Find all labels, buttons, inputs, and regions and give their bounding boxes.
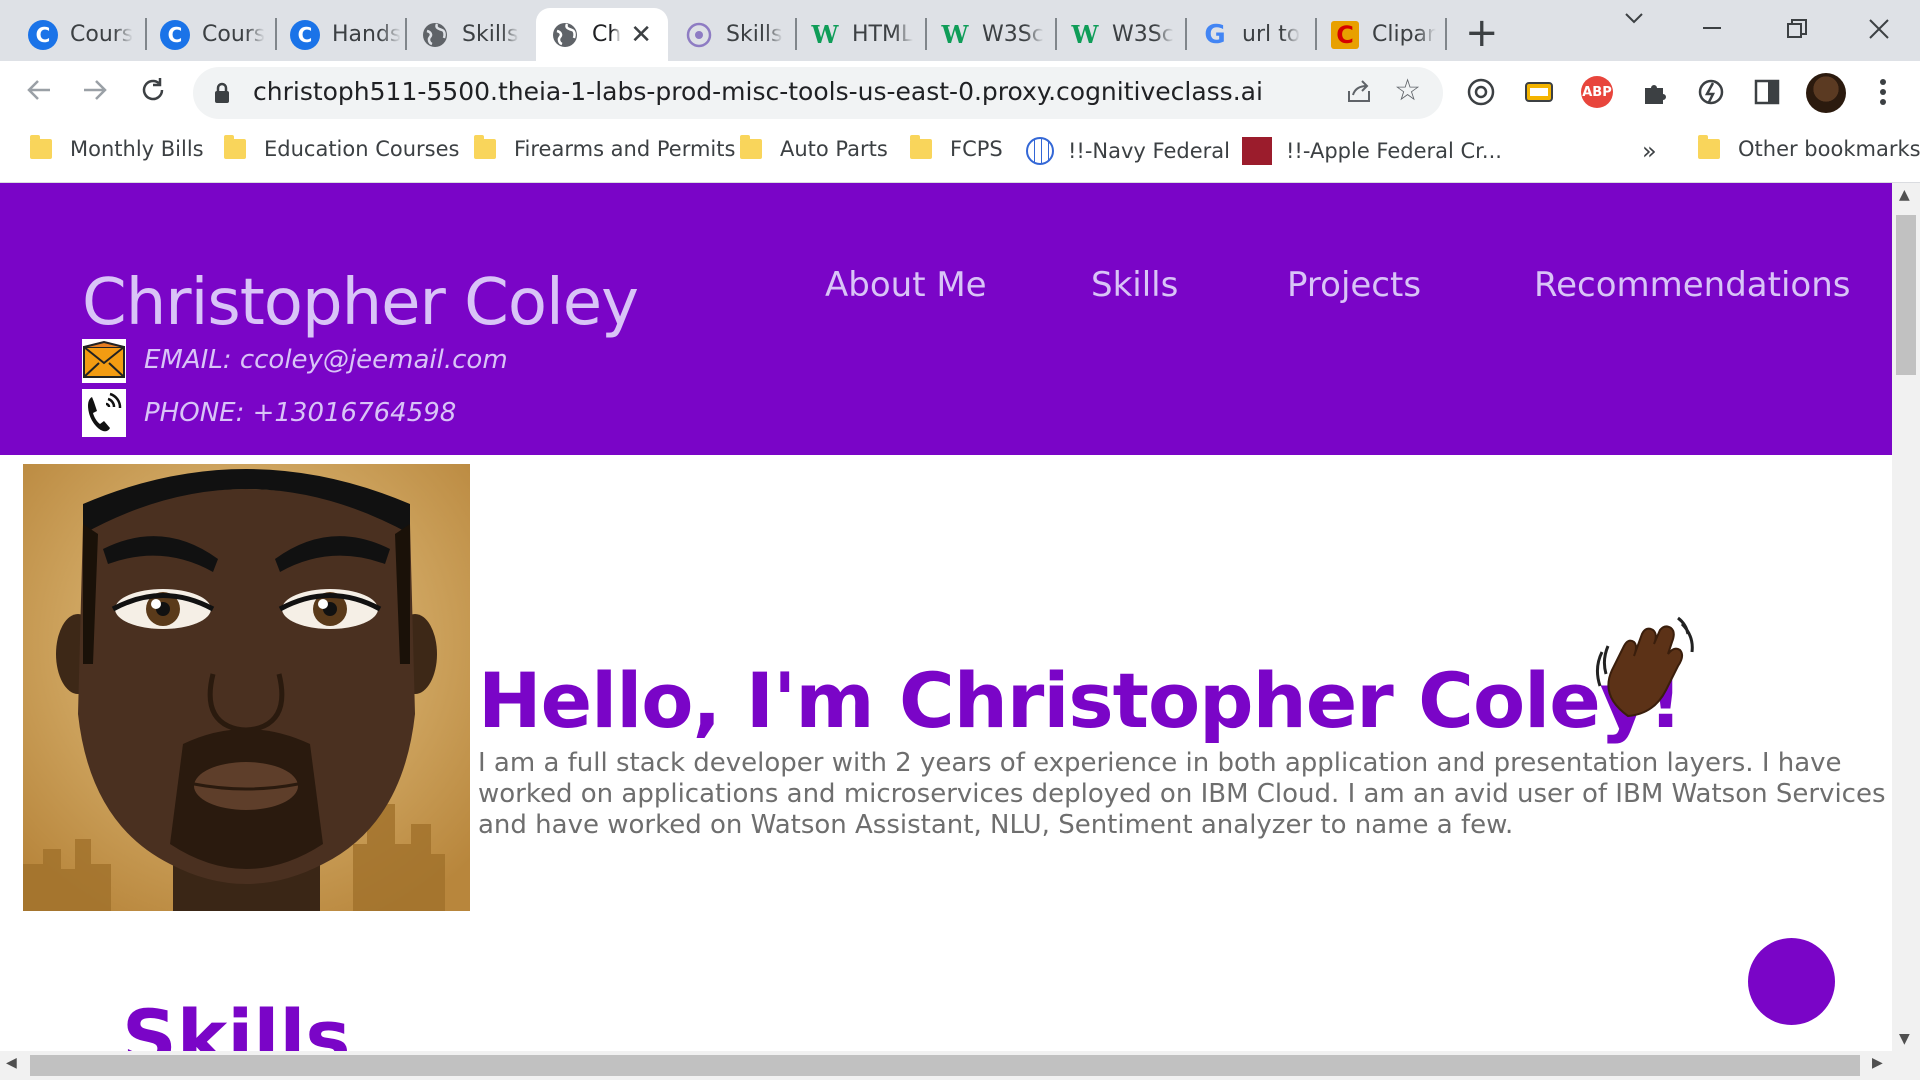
extension-headphones-icon[interactable] (1464, 75, 1498, 109)
folder-icon (910, 135, 932, 159)
browser-tab[interactable]: W W3Sc (926, 8, 1054, 61)
browser-tab[interactable]: W W3Sc (1056, 8, 1184, 61)
browser-toolbar: christoph511-5500.theia-1-labs-prod-misc… (0, 61, 1920, 124)
bookmark-education-courses[interactable]: Education Courses (224, 135, 459, 161)
kebab-menu-icon[interactable] (1866, 75, 1900, 109)
side-panel-icon[interactable] (1750, 75, 1784, 109)
adblock-plus-icon[interactable]: ABP (1580, 75, 1614, 109)
envelope-icon (82, 339, 126, 383)
bookmark-apple-federal[interactable]: !!-Apple Federal Cr... (1242, 137, 1502, 165)
other-bookmarks[interactable]: Other bookmarks (1698, 135, 1920, 161)
browser-tab[interactable]: C Hands (276, 8, 404, 61)
google-icon: G (1204, 19, 1226, 50)
url-text[interactable]: christoph511-5500.theia-1-labs-prod-misc… (253, 77, 1263, 106)
scroll-down-arrow-icon[interactable]: ▼ (1899, 1031, 1910, 1047)
address-bar[interactable]: christoph511-5500.theia-1-labs-prod-misc… (193, 67, 1443, 119)
bookmark-star-icon[interactable]: ☆ (1394, 73, 1421, 108)
new-tab-icon[interactable]: + (1465, 10, 1499, 56)
scroll-left-arrow-icon[interactable]: ◀ (6, 1055, 17, 1071)
globe-icon (550, 20, 580, 50)
extension-speed-icon[interactable] (1694, 75, 1728, 109)
profile-avatar[interactable] (1806, 73, 1846, 113)
forward-arrow-icon[interactable] (80, 75, 110, 113)
coursera-icon: C (28, 19, 58, 50)
browser-tab[interactable]: W HTML (796, 8, 924, 61)
floating-action-button[interactable] (1748, 938, 1835, 1025)
close-tab-icon[interactable]: ✕ (630, 20, 652, 50)
tab-separator (1445, 18, 1447, 50)
lock-icon[interactable] (213, 81, 231, 109)
intro-paragraph: I am a full stack developer with 2 years… (478, 748, 1886, 840)
coursera-icon: C (160, 19, 190, 50)
extension-coupon-icon[interactable] (1522, 75, 1556, 109)
skills-heading: Skills (122, 993, 351, 1051)
globe-icon (420, 20, 450, 50)
folder-icon (30, 135, 52, 159)
bookmark-firearms-permits[interactable]: Firearms and Permits (474, 135, 735, 161)
browser-tab-active[interactable]: Ch ✕ (536, 8, 668, 61)
w3schools-icon: W (811, 20, 839, 49)
folder-icon (224, 135, 246, 159)
tab-search-chevron-icon[interactable] (1622, 4, 1646, 37)
horizontal-scrollbar-thumb[interactable] (30, 1055, 1860, 1076)
browser-tab[interactable]: C Cours (146, 8, 274, 61)
bookmarks-overflow-chevron[interactable]: » (1642, 137, 1657, 165)
browser-tab[interactable]: Skills (406, 8, 534, 61)
bookmark-auto-parts[interactable]: Auto Parts (740, 135, 888, 161)
folder-icon (474, 135, 496, 159)
page-viewport: Christopher Coley EMAIL: ccoley@jeemail.… (0, 183, 1892, 1051)
clipart-icon: C (1330, 20, 1360, 50)
waving-hand-icon (1590, 616, 1698, 724)
bookmark-monthly-bills[interactable]: Monthly Bills (30, 135, 204, 161)
site-title: Christopher Coley (82, 266, 639, 340)
tab-strip: C Cours C Cours C Hands Skills Ch ✕ Skil… (0, 0, 1920, 61)
bookmark-navy-federal[interactable]: !!-Navy Federal (1026, 137, 1230, 165)
minimize-icon[interactable] (1700, 4, 1724, 51)
horizontal-scrollbar[interactable]: ◀ ▶ (0, 1051, 1920, 1080)
phone-text[interactable]: PHONE: +13016764598 (144, 398, 456, 428)
nav-about-me[interactable]: About Me (825, 265, 987, 305)
close-window-icon[interactable] (1868, 14, 1890, 47)
nav-projects[interactable]: Projects (1287, 265, 1421, 305)
folder-icon (1698, 135, 1720, 159)
hero-heading: Hello, I'm Christopher Coley! (478, 656, 1683, 745)
extensions-puzzle-icon[interactable] (1638, 75, 1672, 109)
w3schools-icon: W (1071, 20, 1099, 49)
browser-tab[interactable]: C Clipar (1316, 8, 1444, 61)
w3schools-icon: W (941, 20, 969, 49)
bookmarks-bar: Monthly Bills Education Courses Firearms… (0, 124, 1920, 183)
browser-tab[interactable]: G url to (1186, 8, 1314, 61)
folder-icon (740, 135, 762, 159)
profile-portrait (23, 464, 470, 914)
coursera-icon: C (290, 19, 320, 50)
globe-icon (1026, 137, 1054, 165)
bookmark-fcps[interactable]: FCPS (910, 135, 1003, 161)
browser-tab[interactable]: C Cours (14, 8, 144, 61)
email-text[interactable]: EMAIL: ccoley@jeemail.com (144, 345, 508, 375)
vertical-scrollbar[interactable]: ▲ ▼ (1892, 183, 1920, 1051)
scroll-right-arrow-icon[interactable]: ▶ (1872, 1055, 1883, 1071)
restore-icon[interactable] (1786, 14, 1808, 47)
site-header: Christopher Coley EMAIL: ccoley@jeemail.… (0, 183, 1892, 455)
skills-network-icon (684, 20, 714, 50)
vertical-scrollbar-thumb[interactable] (1896, 215, 1916, 375)
apple-federal-icon (1242, 137, 1272, 165)
scroll-up-arrow-icon[interactable]: ▲ (1899, 187, 1910, 203)
nav-recommendations[interactable]: Recommendations (1534, 265, 1850, 305)
nav-skills[interactable]: Skills (1091, 265, 1178, 305)
back-arrow-icon[interactable] (24, 75, 54, 113)
reload-icon[interactable] (138, 75, 168, 113)
phone-icon (82, 389, 126, 437)
share-icon[interactable] (1345, 77, 1373, 112)
browser-tab[interactable]: Skills (670, 8, 794, 61)
